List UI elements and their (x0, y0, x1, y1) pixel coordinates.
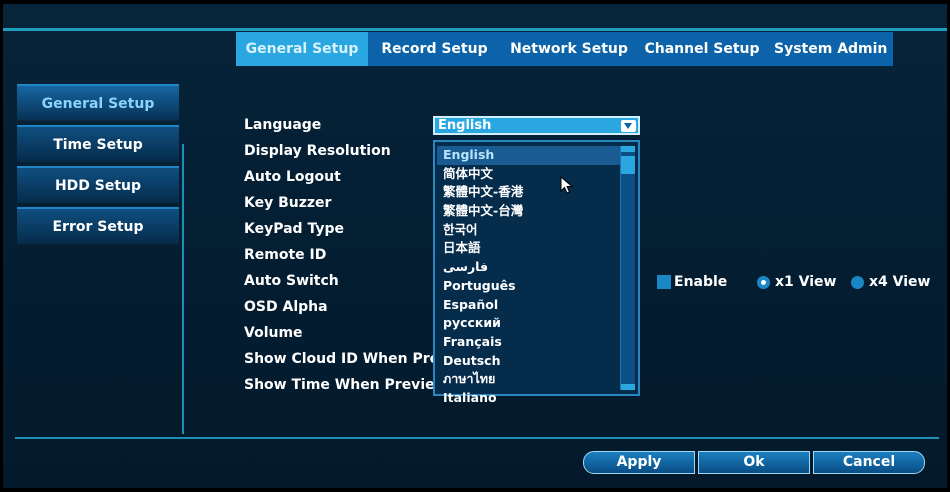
tab-channel-setup[interactable]: Channel Setup (637, 32, 767, 66)
setting-label-display-resolution: Display Resolution (244, 143, 391, 159)
chevron-down-icon[interactable] (621, 120, 636, 132)
dvr-general-setup-screen: General Setup Record Setup Network Setup… (3, 4, 947, 488)
header-divider (3, 28, 947, 31)
language-option-portuguese[interactable]: Português (437, 277, 621, 296)
scroll-up-arrow[interactable] (621, 146, 635, 152)
setting-label-show-cloud-id: Show Cloud ID When Pre (244, 351, 434, 367)
ok-button[interactable]: Ok (698, 451, 810, 474)
tab-general-setup[interactable]: General Setup (236, 32, 368, 66)
language-select-value: English (438, 118, 492, 133)
view-x4-label: x4 View (869, 274, 931, 290)
language-list-scrollbar[interactable] (620, 146, 635, 390)
scroll-down-arrow[interactable] (621, 384, 635, 390)
auto-switch-enable-checkbox[interactable] (657, 275, 671, 289)
sidebar-divider (182, 144, 184, 434)
auto-switch-enable-label: Enable (674, 274, 728, 290)
tab-system-admin[interactable]: System Admin (767, 32, 893, 66)
apply-button[interactable]: Apply (583, 451, 695, 474)
scroll-thumb[interactable] (621, 156, 635, 174)
language-option-italian[interactable]: Italiano (437, 389, 621, 408)
language-option-english[interactable]: English (437, 146, 621, 165)
mouse-cursor-icon (560, 176, 574, 194)
language-option-japanese[interactable]: 日本語 (437, 239, 621, 258)
footer-divider (15, 437, 939, 439)
footer-buttons: Apply Ok Cancel (583, 451, 925, 474)
language-option-french[interactable]: Français (437, 333, 621, 352)
language-option-german[interactable]: Deutsch (437, 352, 621, 371)
settings-labels: Language Display Resolution Auto Logout … (244, 112, 434, 398)
language-dropdown-list: English 简体中文 繁體中文-香港 繁體中文-台灣 한국어 日本語 فار… (433, 140, 640, 405)
sidebar-item-general-setup[interactable]: General Setup (17, 84, 179, 121)
setting-label-remote-id: Remote ID (244, 247, 327, 263)
language-option-traditional-chinese-tw[interactable]: 繁體中文-台灣 (437, 202, 621, 221)
tab-network-setup[interactable]: Network Setup (501, 32, 637, 66)
setting-label-key-buzzer: Key Buzzer (244, 195, 332, 211)
language-option-russian[interactable]: русский (437, 314, 621, 333)
view-x4-radio[interactable] (851, 276, 864, 289)
language-select[interactable]: English (433, 116, 640, 135)
language-option-persian[interactable]: فارسی (437, 258, 621, 277)
view-x1-label: x1 View (775, 274, 837, 290)
sidebar-item-error-setup[interactable]: Error Setup (17, 207, 179, 244)
setting-label-auto-switch: Auto Switch (244, 273, 339, 289)
tab-bar: General Setup Record Setup Network Setup… (236, 32, 893, 66)
sidebar: General Setup Time Setup HDD Setup Error… (17, 84, 179, 248)
setting-label-show-time: Show Time When Previe (244, 377, 434, 393)
language-option-traditional-chinese-hk[interactable]: 繁體中文-香港 (437, 183, 621, 202)
tab-record-setup[interactable]: Record Setup (368, 32, 501, 66)
view-x1-radio[interactable] (757, 276, 770, 289)
language-option-thai[interactable]: ภาษาไทย (437, 370, 621, 389)
setting-label-language: Language (244, 117, 322, 133)
sidebar-item-hdd-setup[interactable]: HDD Setup (17, 166, 179, 203)
language-option-simplified-chinese[interactable]: 简体中文 (437, 165, 621, 184)
setting-label-osd-alpha: OSD Alpha (244, 299, 328, 315)
setting-label-keypad-type: KeyPad Type (244, 221, 344, 237)
language-option-spanish[interactable]: Español (437, 296, 621, 315)
setting-label-volume: Volume (244, 325, 303, 341)
cancel-button[interactable]: Cancel (813, 451, 925, 474)
language-option-korean[interactable]: 한국어 (437, 221, 621, 240)
sidebar-item-time-setup[interactable]: Time Setup (17, 125, 179, 162)
setting-label-auto-logout: Auto Logout (244, 169, 341, 185)
language-options: English 简体中文 繁體中文-香港 繁體中文-台灣 한국어 日本語 فار… (437, 146, 621, 408)
